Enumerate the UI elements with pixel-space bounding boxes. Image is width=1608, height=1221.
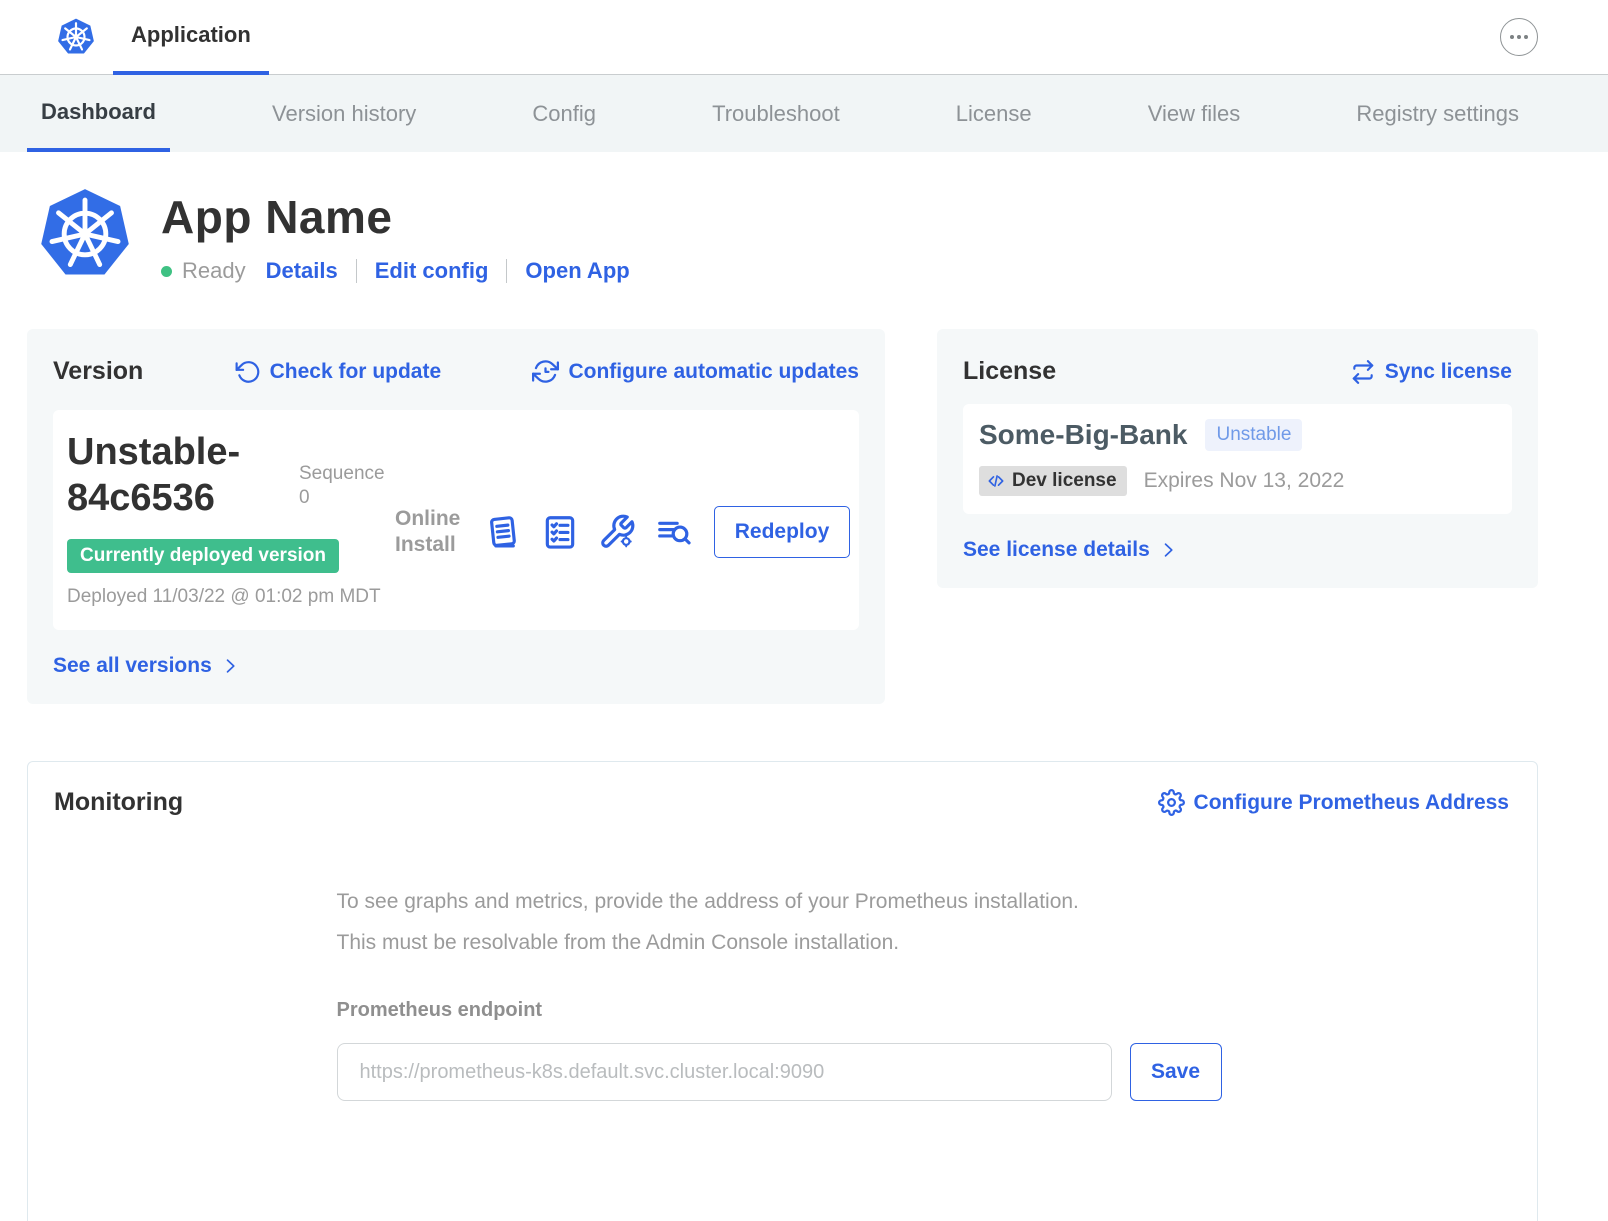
auto-update-clock-icon — [532, 358, 559, 385]
version-card: Version Check for update Configure autom… — [27, 329, 885, 704]
monitoring-description-line1: To see graphs and metrics, provide the a… — [337, 881, 1227, 922]
app-name-title: App Name — [161, 190, 630, 244]
see-all-versions-link[interactable]: See all versions — [53, 654, 240, 678]
see-license-details-link[interactable]: See license details — [963, 538, 1178, 562]
monitoring-card: Monitoring Configure Prometheus Address … — [27, 761, 1538, 1221]
divider — [356, 259, 357, 283]
monitoring-body: To see graphs and metrics, provide the a… — [337, 881, 1227, 1101]
wrench-gear-icon[interactable] — [598, 513, 636, 551]
nav-item-config[interactable]: Config — [518, 75, 610, 152]
license-panel: Some-Big-Bank Unstable Dev license Expir… — [963, 404, 1512, 514]
code-icon — [986, 471, 1006, 491]
license-card-title: License — [963, 357, 1056, 386]
monitoring-description-line2: This must be resolvable from the Admin C… — [337, 922, 1227, 963]
save-button[interactable]: Save — [1130, 1043, 1222, 1101]
ready-status-dot — [161, 266, 172, 277]
gear-icon — [1158, 789, 1185, 816]
details-link[interactable]: Details — [266, 258, 338, 284]
release-notes-icon[interactable] — [484, 513, 522, 551]
configure-prometheus-link[interactable]: Configure Prometheus Address — [1158, 789, 1509, 816]
nav-item-view-files[interactable]: View files — [1134, 75, 1255, 152]
nav-item-version-history[interactable]: Version history — [258, 75, 430, 152]
chevron-right-icon — [220, 656, 240, 676]
sync-arrows-icon — [1350, 359, 1376, 385]
redeploy-button[interactable]: Redeploy — [714, 506, 850, 558]
edit-config-link[interactable]: Edit config — [375, 258, 489, 284]
top-header: Application — [0, 0, 1608, 75]
preflight-checklist-icon[interactable] — [541, 513, 579, 551]
kubernetes-logo-icon — [55, 17, 97, 57]
divider — [506, 259, 507, 283]
chevron-right-icon — [1158, 540, 1178, 560]
open-app-link[interactable]: Open App — [525, 258, 629, 284]
prometheus-endpoint-input[interactable] — [337, 1043, 1112, 1101]
cards-row: Version Check for update Configure autom… — [27, 329, 1538, 704]
nav-item-license[interactable]: License — [942, 75, 1046, 152]
check-for-update-link[interactable]: Check for update — [235, 359, 442, 385]
app-kubernetes-logo — [33, 185, 137, 283]
app-hero: App Name Ready Details Edit config Open … — [33, 185, 1608, 284]
current-version-panel: Unstable-84c6536 Sequence 0 Currently de… — [53, 410, 859, 630]
channel-badge: Unstable — [1205, 419, 1302, 451]
dashboard-subnav: Dashboard Version history Config Trouble… — [0, 75, 1608, 152]
configure-automatic-updates-link[interactable]: Configure automatic updates — [532, 358, 859, 385]
license-type-badge: Dev license — [979, 466, 1127, 496]
license-card: License Sync license Some-Big-Bank Unsta… — [937, 329, 1538, 588]
license-customer-name: Some-Big-Bank — [979, 419, 1187, 451]
deployed-timestamp: Deployed 11/03/22 @ 01:02 pm MDT — [67, 586, 387, 608]
nav-item-troubleshoot[interactable]: Troubleshoot — [698, 75, 854, 152]
version-card-title: Version — [53, 357, 143, 386]
install-type-label: Online Install — [395, 506, 463, 559]
prometheus-endpoint-label: Prometheus endpoint — [337, 999, 1227, 1022]
sync-license-link[interactable]: Sync license — [1350, 359, 1512, 385]
refresh-icon — [235, 359, 261, 385]
sequence-label: Sequence 0 — [299, 462, 395, 510]
app-status-label: Ready — [182, 258, 246, 284]
license-expiry: Expires Nov 13, 2022 — [1144, 469, 1345, 493]
ellipsis-icon[interactable] — [1500, 18, 1538, 56]
current-version-label: Unstable-84c6536 — [67, 430, 299, 521]
monitoring-title: Monitoring — [54, 788, 183, 817]
nav-item-dashboard[interactable]: Dashboard — [27, 75, 170, 152]
currently-deployed-badge: Currently deployed version — [67, 539, 339, 573]
view-logs-icon[interactable] — [655, 513, 693, 551]
nav-item-registry-settings[interactable]: Registry settings — [1342, 75, 1533, 152]
tab-application[interactable]: Application — [113, 0, 269, 75]
